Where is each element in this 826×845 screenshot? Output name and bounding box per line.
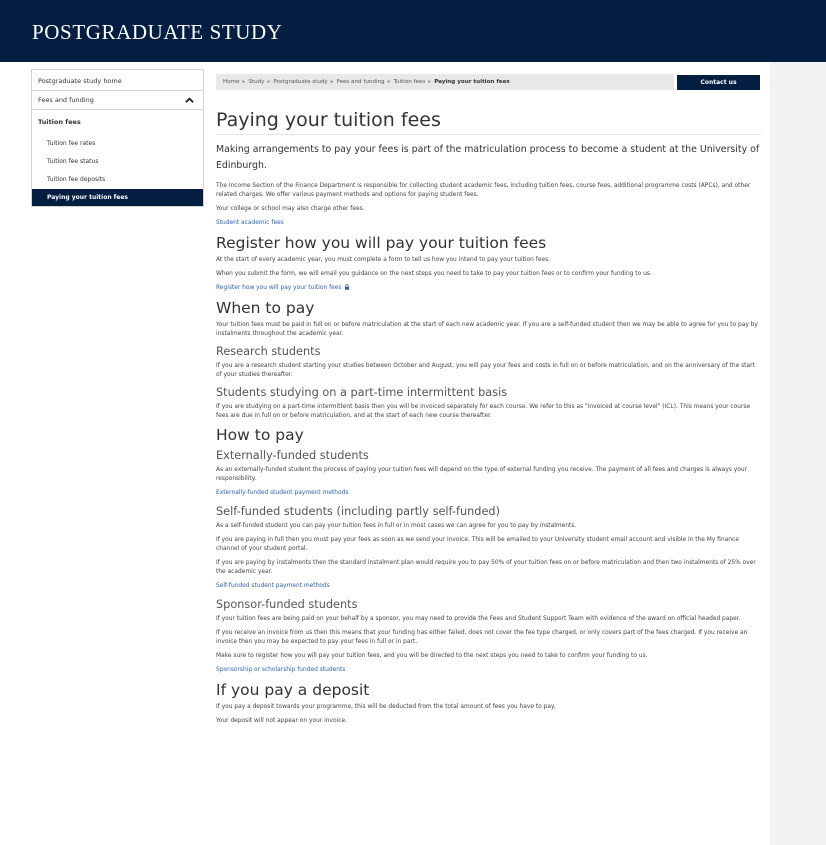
when-to-pay-heading: When to pay — [216, 299, 315, 317]
breadcrumb-separator: ▸ — [330, 79, 334, 85]
breadcrumb-separator: ▸ — [267, 79, 271, 85]
research-students-paragraph: If you are a research student starting y… — [216, 363, 755, 378]
self-funded-heading: Self-funded students (including partly s… — [216, 505, 500, 518]
lead-paragraph: Making arrangements to pay your fees is … — [216, 144, 760, 171]
chevron-up-icon[interactable] — [185, 96, 194, 105]
sidebar-item-home[interactable]: Postgraduate study home — [31, 69, 204, 91]
breadcrumb-study[interactable]: Study — [248, 79, 264, 85]
intro-paragraph: The Income Section of the Finance Depart… — [216, 183, 751, 198]
self-funded-paragraph: If you are paying in full then you must … — [216, 537, 739, 552]
part-time-heading: Students studying on a part-time intermi… — [216, 386, 508, 399]
breadcrumb-postgraduate-study[interactable]: Postgraduate study — [273, 79, 327, 85]
self-funded-paragraph: As a self-funded student you can pay you… — [216, 523, 577, 529]
site-title[interactable]: POSTGRADUATE STUDY — [32, 20, 283, 45]
part-time-paragraph: If you are studying on a part-time inter… — [216, 404, 751, 419]
breadcrumb-separator: ▸ — [387, 79, 391, 85]
page-title: Paying your tuition fees — [216, 109, 441, 131]
contact-us-button[interactable]: Contact us — [677, 75, 760, 90]
research-students-heading: Research students — [216, 345, 321, 358]
sidebar-item-tuition-fee-deposits[interactable]: Tuition fee deposits — [31, 171, 204, 189]
register-payment-link[interactable]: Register how you will pay your tuition f… — [216, 284, 761, 293]
deposit-paragraph: Your deposit will not appear on your inv… — [216, 718, 347, 724]
breadcrumb-separator: ▸ — [242, 79, 246, 85]
breadcrumb-home[interactable]: Home — [223, 79, 240, 85]
self-funded-link[interactable]: Self-funded student payment methods — [216, 582, 761, 591]
title-divider — [216, 134, 761, 135]
intro-paragraph: Your college or school may also charge o… — [216, 206, 365, 212]
lock-icon — [344, 284, 349, 290]
register-heading: Register how you will pay your tuition f… — [216, 234, 547, 252]
sidebar-item-paying-your-tuition-fees[interactable]: Paying your tuition fees — [31, 189, 204, 207]
sponsor-funded-paragraph: If your tuition fees are being paid on y… — [216, 616, 741, 622]
breadcrumb-current: Paying your tuition fees — [434, 79, 510, 85]
sidebar-item-tuition-fee-rates[interactable]: Tuition fee rates — [31, 135, 204, 153]
sponsor-funded-paragraph: Make sure to register how you will pay y… — [216, 653, 648, 659]
deposit-paragraph: If you pay a deposit towards your progra… — [216, 704, 556, 710]
externally-funded-heading: Externally-funded students — [216, 449, 369, 462]
how-to-pay-heading: How to pay — [216, 426, 304, 444]
externally-funded-link[interactable]: Externally-funded student payment method… — [216, 489, 761, 498]
breadcrumb: Home ▸ Study ▸ Postgraduate study ▸ Fees and f… — [216, 74, 674, 90]
right-gutter — [770, 62, 826, 845]
sponsorship-link[interactable]: Sponsorship or scholarship funded studen… — [216, 666, 761, 675]
sidebar-item-tuition-fees[interactable]: Tuition fees — [31, 110, 204, 135]
deposit-heading: If you pay a deposit — [216, 681, 370, 699]
site-header: POSTGRADUATE STUDY — [0, 0, 826, 62]
register-payment-link-label: Register how you will pay your tuition f… — [216, 285, 342, 291]
sidebar-nav: Postgraduate study home Fees and funding… — [31, 69, 204, 207]
register-paragraph: When you submit the form, we will email … — [216, 271, 652, 277]
sidebar-section-label: Fees and funding — [38, 96, 94, 104]
register-paragraph: At the start of every academic year, you… — [216, 257, 551, 263]
student-academic-fees-link[interactable]: Student academic fees — [216, 219, 761, 228]
breadcrumb-tuition-fees[interactable]: Tuition fees — [393, 79, 425, 85]
sponsor-funded-paragraph: If you receive an invoice from us then t… — [216, 630, 748, 645]
when-to-pay-paragraph: Your tuition fees must be paid in full o… — [216, 322, 758, 337]
externally-funded-paragraph: As an externally-funded student the proc… — [216, 467, 748, 482]
self-funded-paragraph: If you are paying by instalments then th… — [216, 560, 756, 575]
sidebar-item-fees-and-funding[interactable]: Fees and funding — [31, 91, 204, 110]
breadcrumb-fees-and-funding[interactable]: Fees and funding — [337, 79, 385, 85]
article-body: Making arrangements to pay your fees is … — [216, 142, 761, 731]
breadcrumb-separator: ▸ — [428, 79, 432, 85]
sponsor-funded-heading: Sponsor-funded students — [216, 598, 358, 611]
sidebar-item-tuition-fee-status[interactable]: Tuition fee status — [31, 153, 204, 171]
